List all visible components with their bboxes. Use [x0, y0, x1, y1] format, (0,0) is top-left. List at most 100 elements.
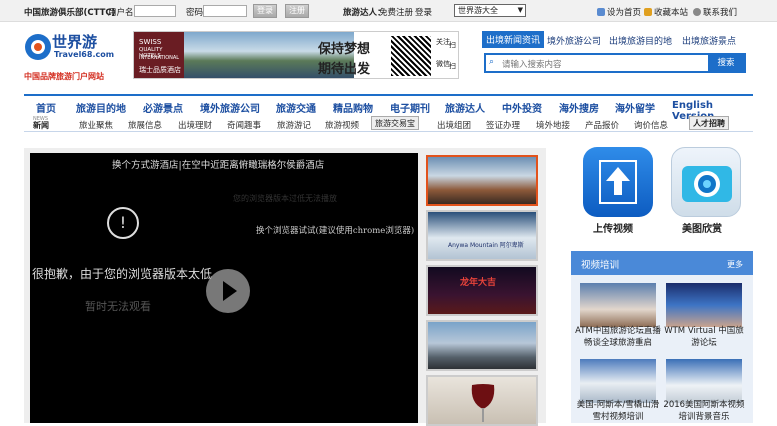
- login-button[interactable]: 登录: [253, 4, 277, 18]
- username-label: 用户名: [108, 8, 134, 18]
- nav-transport[interactable]: 旅游交通: [276, 100, 316, 115]
- video-training-title: 视频培训: [581, 260, 620, 271]
- trade-badge[interactable]: 旅游交易宝: [371, 116, 419, 130]
- nav-sub-video[interactable]: 旅游视频: [325, 119, 359, 131]
- nav-destinations[interactable]: 旅游目的地: [76, 100, 126, 115]
- nav-travel-talent[interactable]: 旅游达人: [445, 100, 485, 115]
- logo-text: 世界游: [52, 33, 98, 51]
- nav-sub-oddities[interactable]: 奇闻趣事: [227, 119, 261, 131]
- thumb-night-caption: 龙年大吉: [460, 278, 497, 288]
- list-item-caption[interactable]: 2016美国阿斯本视频培训背景音乐: [660, 399, 748, 423]
- video-training-list: ATM中国旅游论坛直播畅谈全球旅游重启 WTM Virtual 中国旅游论坛 美…: [571, 275, 753, 423]
- set-home-label: 设为首页: [607, 8, 642, 18]
- nav-investment[interactable]: 中外投资: [502, 100, 542, 115]
- thumb-wine[interactable]: [426, 375, 538, 426]
- nav-sub-quotes[interactable]: 产品报价: [585, 119, 619, 131]
- chevron-down-icon: ▼: [517, 6, 523, 14]
- browser-error-1: 很抱歉，由于您的浏览器版本太低: [32, 267, 213, 281]
- nav-attractions[interactable]: 必游景点: [143, 100, 183, 115]
- video-player[interactable]: 换个方式游酒店|在空中近距离俯瞰瑞格尔侯爵酒店 您的浏览器版本过低无法播放 ! …: [30, 153, 418, 423]
- nav-home[interactable]: 首页: [36, 100, 56, 115]
- set-home-link[interactable]: 设为首页: [597, 6, 641, 18]
- video-training-more-link[interactable]: 更多: [727, 259, 743, 270]
- main-nav: 首页 旅游目的地 必游景点 境外旅游公司 旅游交通 精品购物 电子期刊 旅游达人…: [24, 94, 753, 132]
- photo-gallery-button[interactable]: [671, 147, 741, 217]
- list-item-caption[interactable]: WTM Virtual 中国旅游论坛: [660, 325, 748, 349]
- search-button[interactable]: 搜索: [708, 55, 744, 71]
- bookmark-icon: [644, 8, 652, 16]
- site-directory-select[interactable]: 世界游大全 ▼: [454, 4, 526, 17]
- register-button[interactable]: 注册: [285, 4, 309, 18]
- tab-outbound-news[interactable]: 出境新闻资讯: [482, 31, 545, 48]
- tab-destinations[interactable]: 出境旅游目的地: [609, 34, 672, 47]
- ad-scan-1: 扫: [449, 41, 456, 49]
- ad-brand-1: SWISS: [139, 38, 162, 46]
- nav-sub-visa[interactable]: 签证办理: [486, 119, 520, 131]
- search-input[interactable]: [502, 57, 702, 70]
- nav-sub-inquiry[interactable]: 询价信息: [634, 119, 668, 131]
- nav-shopping[interactable]: 精品购物: [333, 100, 373, 115]
- talent-recruit-label: 人才招聘: [693, 119, 725, 128]
- ad-brand-3: INTERNATIONAL: [139, 55, 180, 61]
- thumb-ski-caption: Anywa Mountain 阿尔卑斯: [448, 242, 524, 249]
- logo-slogan: 中国品牌旅游门户网站: [24, 72, 104, 81]
- wine-glass-icon: [471, 384, 495, 422]
- top-bar: 中国旅游俱乐部(CTTC) 用户名 密码 登录 注册 旅游达人： 免费注册 登录…: [0, 0, 777, 22]
- ad-follow-2: 微信: [436, 60, 450, 68]
- thumb-city[interactable]: [426, 320, 538, 371]
- photo-gallery-label: 美图欣赏: [682, 224, 722, 235]
- list-item-thumb[interactable]: [666, 283, 742, 327]
- trade-badge-label: 旅游交易宝: [375, 119, 415, 128]
- free-register-link[interactable]: 免费注册: [379, 6, 413, 18]
- tab-overseas-agencies[interactable]: 境外旅游公司: [547, 34, 601, 47]
- nav-study-abroad[interactable]: 海外留学: [615, 100, 655, 115]
- talent-login-link[interactable]: 登录: [415, 6, 432, 18]
- thumb-ski[interactable]: Anywa Mountain 阿尔卑斯: [426, 210, 538, 261]
- list-item-caption[interactable]: 美国-阿斯本/雪橇山滑雪村视频培训: [574, 399, 662, 423]
- list-item-thumb[interactable]: [580, 283, 656, 327]
- bookmark-link[interactable]: 收藏本站: [644, 6, 688, 18]
- browser-hint: 换个浏览器试试(建议使用chrome浏览器): [256, 226, 415, 236]
- password-input[interactable]: [203, 5, 247, 17]
- ad-line-2: 期待出发: [318, 62, 371, 77]
- username-input[interactable]: [134, 5, 176, 17]
- ad-brand-cn: 瑞士品质酒店: [139, 66, 181, 74]
- nav-sub-expo[interactable]: 旅展信息: [128, 119, 162, 131]
- logo-domain: Travel68.com: [54, 50, 115, 59]
- hotel-ad-banner[interactable]: SWISS QUALITY HOTELS INTERNATIONAL 瑞士品质酒…: [133, 31, 459, 79]
- list-item-thumb[interactable]: [666, 359, 742, 403]
- nav-sub-finance[interactable]: 出境理财: [178, 119, 212, 131]
- video-faint-text: 您的浏览器版本过低无法播放: [233, 194, 337, 203]
- talent-recruit-badge[interactable]: 人才招聘: [689, 116, 729, 130]
- upload-video-button[interactable]: [583, 147, 653, 217]
- club-name: 中国旅游俱乐部(CTTC): [24, 8, 116, 18]
- nav-sub-focus[interactable]: 旅业聚焦: [79, 119, 113, 131]
- site-logo[interactable]: 世界游 Travel68.com 中国品牌旅游门户网站: [24, 27, 120, 85]
- thumb-night[interactable]: 龙年大吉: [426, 265, 538, 316]
- ad-line-1: 保持梦想: [318, 42, 371, 57]
- ad-brand-panel: SWISS QUALITY HOTELS INTERNATIONAL 瑞士品质酒…: [134, 32, 184, 78]
- camera-icon: [682, 166, 732, 202]
- ad-scan-2: 扫: [449, 62, 456, 70]
- warning-icon: !: [107, 207, 139, 239]
- nav-sub-ground-handling[interactable]: 境外地接: [536, 119, 570, 131]
- nav-overseas-agencies[interactable]: 境外旅游公司: [200, 100, 260, 115]
- nav-overseas-housing[interactable]: 海外搜房: [559, 100, 599, 115]
- video-training-header: 视频培训 更多: [571, 251, 753, 275]
- tab-attractions[interactable]: 出境旅游景点: [682, 34, 736, 47]
- thumb-hotel[interactable]: [426, 155, 538, 206]
- contact-label: 联系我们: [703, 8, 738, 18]
- password-label: 密码: [186, 8, 204, 18]
- nav-sub-travelogue[interactable]: 旅游游记: [277, 119, 311, 131]
- contact-link[interactable]: 联系我们: [693, 6, 737, 18]
- upload-arrow-icon: [599, 160, 637, 204]
- nav-sub-group-tour[interactable]: 出境组团: [437, 119, 471, 131]
- list-item-caption[interactable]: ATM中国旅游论坛直播畅谈全球旅游重启: [574, 325, 662, 349]
- nav-e-journal[interactable]: 电子期刊: [390, 100, 430, 115]
- play-icon[interactable]: [206, 269, 250, 313]
- bookmark-label: 收藏本站: [654, 8, 689, 18]
- list-item-thumb[interactable]: [580, 359, 656, 403]
- contact-icon: [693, 8, 701, 16]
- news-badge-label: 新闻: [33, 121, 49, 130]
- qr-code-icon: [391, 36, 431, 76]
